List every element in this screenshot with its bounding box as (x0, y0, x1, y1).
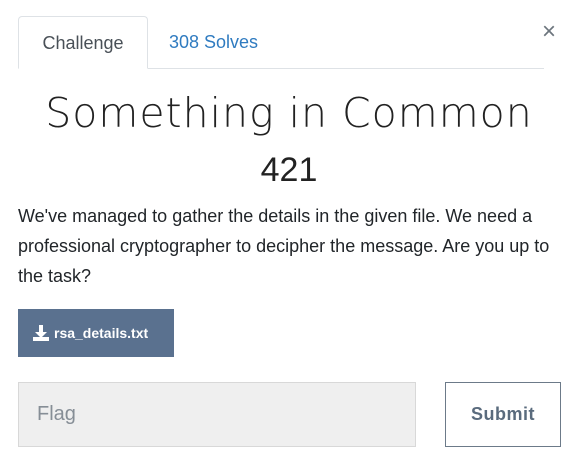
download-icon (32, 324, 50, 342)
close-icon[interactable]: × (542, 18, 556, 46)
file-name: rsa_details.txt (54, 325, 149, 341)
challenge-tabs: Challenge 308 Solves (18, 16, 544, 69)
tab-challenge[interactable]: Challenge (18, 16, 148, 69)
tab-solves[interactable]: 308 Solves (169, 16, 258, 69)
download-file-button[interactable]: rsa_details.txt (18, 309, 174, 357)
challenge-description: We've managed to gather the details in t… (18, 206, 550, 286)
challenge-title: Something in Common (45, 89, 533, 137)
challenge-points: 421 (260, 151, 318, 189)
submit-button[interactable]: Submit (445, 382, 561, 447)
flag-input[interactable] (18, 382, 416, 447)
